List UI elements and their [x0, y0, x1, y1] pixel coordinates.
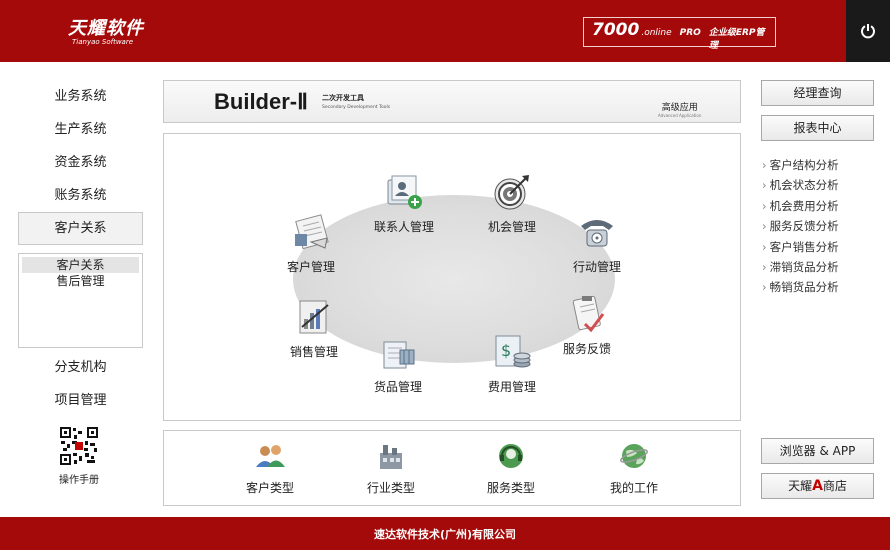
builder-sub-cn: 二次开发工具	[322, 94, 364, 102]
badge-pro: PRO	[679, 28, 701, 38]
sub-menu-panel: 客户关系 售后管理	[18, 253, 143, 348]
badge-number: 7000	[592, 20, 640, 40]
badge-erp: 企业级ERP管理	[708, 28, 765, 51]
report-link-customer-sales[interactable]: 客户销售分析	[762, 237, 882, 257]
clipboard-check-icon	[572, 295, 605, 333]
target-icon	[494, 175, 529, 210]
power-icon	[861, 24, 875, 39]
nav-item-production[interactable]: 生产系统	[18, 113, 143, 146]
nav-item-branches[interactable]: 分支机构	[18, 351, 143, 384]
nav-item-business[interactable]: 业务系统	[18, 80, 143, 113]
report-center-button[interactable]: 报表中心	[761, 115, 874, 141]
sub-item-crm[interactable]: 客户关系	[22, 257, 139, 273]
report-link-customer-structure[interactable]: 客户结构分析	[762, 155, 882, 175]
adv-cn: 高级应用	[661, 103, 698, 113]
badge-online: .online	[641, 28, 672, 38]
builder-subtitle: 二次开发工具 Secondary Development Tools	[322, 93, 390, 110]
module-label: 客户管理	[286, 260, 335, 274]
cost-coins-icon: $	[495, 335, 531, 368]
module-customer[interactable]: 客户管理	[271, 212, 351, 275]
module-label: 客户类型	[245, 481, 294, 495]
report-list: 客户结构分析 机会状态分析 机会费用分析 服务反馈分析 客户销售分析 滞销货品分…	[762, 155, 882, 298]
builder-sub-en: Secondary Development Tools	[322, 105, 391, 110]
module-label: 我的工作	[609, 481, 658, 495]
svg-text:$: $	[501, 341, 511, 360]
nav-item-crm[interactable]: 客户关系	[18, 212, 143, 245]
left-nav-lower: 分支机构 项目管理	[18, 351, 143, 417]
module-label: 费用管理	[487, 380, 536, 394]
crm-module-panel: 联系人管理 机会管理 客户管理 行动管理 销售管理 服务反馈 货品管理 $ 费用…	[163, 133, 741, 421]
module-customer-type[interactable]: 客户类型	[230, 439, 310, 496]
nav-item-projects[interactable]: 项目管理	[18, 384, 143, 417]
module-label: 货品管理	[373, 380, 422, 394]
report-link-opportunity-status[interactable]: 机会状态分析	[762, 175, 882, 195]
module-label: 服务反馈	[562, 342, 611, 356]
module-industry-type[interactable]: 行业类型	[351, 439, 431, 496]
adv-en: Advanced Application	[658, 113, 702, 118]
module-my-work[interactable]: 我的工作	[594, 439, 674, 496]
store-label-pre: 天耀	[788, 479, 813, 493]
module-sales[interactable]: 销售管理	[274, 297, 354, 360]
module-action[interactable]: 行动管理	[557, 212, 637, 275]
module-cost[interactable]: $ 费用管理	[472, 332, 552, 395]
contacts-folder-icon	[387, 175, 422, 209]
sales-chart-icon	[299, 300, 329, 334]
builder-title: Builder-Ⅱ	[214, 89, 308, 114]
browser-app-button[interactable]: 浏览器 & APP	[761, 438, 874, 464]
bottom-type-panel: 客户类型 行业类型 服务类型 我的工作	[163, 430, 741, 506]
report-link-slow-goods[interactable]: 滞销货品分析	[762, 257, 882, 277]
module-contacts[interactable]: 联系人管理	[364, 172, 444, 235]
power-button[interactable]	[846, 0, 890, 62]
left-nav: 业务系统 生产系统 资金系统 账务系统 客户关系	[18, 80, 143, 245]
manager-query-button[interactable]: 经理查询	[761, 80, 874, 106]
module-label: 联系人管理	[373, 220, 434, 234]
product-badge: 7000 .online PRO 企业级ERP管理	[583, 17, 776, 51]
tianyao-store-button[interactable]: 天耀A商店	[761, 473, 874, 499]
store-a-logo: A	[812, 478, 823, 494]
logo-cn: 天耀软件	[68, 18, 144, 39]
users-icon	[256, 445, 285, 467]
headset-icon	[499, 444, 523, 468]
module-goods[interactable]: 货品管理	[358, 332, 438, 395]
module-label: 销售管理	[289, 345, 338, 359]
industry-icon	[380, 445, 402, 469]
sub-item-after-sales[interactable]: 售后管理	[22, 273, 139, 289]
customer-card-icon	[295, 214, 329, 250]
qr-code-icon[interactable]	[59, 426, 99, 466]
nav-item-funds[interactable]: 资金系统	[18, 146, 143, 179]
advanced-application[interactable]: 高级应用 Advanced Application	[658, 100, 701, 118]
module-label: 机会管理	[487, 220, 536, 234]
module-label: 行业类型	[366, 481, 415, 495]
qr-label: 操作手册	[59, 475, 99, 486]
telephone-icon	[581, 220, 613, 247]
report-link-service-feedback[interactable]: 服务反馈分析	[762, 216, 882, 236]
brand-logo: 天耀软件 Tianyao Software	[68, 14, 144, 46]
builder-banner: Builder-Ⅱ 二次开发工具 Secondary Development T…	[163, 80, 741, 123]
module-service-feedback[interactable]: 服务反馈	[547, 294, 627, 357]
footer-bar: 速达软件技术(广州)有限公司	[0, 517, 890, 550]
goods-box-icon	[383, 341, 415, 369]
nav-item-accounts[interactable]: 账务系统	[18, 179, 143, 212]
report-link-opportunity-cost[interactable]: 机会费用分析	[762, 196, 882, 216]
module-label: 服务类型	[486, 481, 535, 495]
module-opportunity[interactable]: 机会管理	[472, 172, 552, 235]
footer-company: 速达软件技术(广州)有限公司	[373, 527, 517, 541]
header-bar: 天耀软件 Tianyao Software 7000 .online PRO 企…	[0, 0, 890, 62]
module-label: 行动管理	[572, 260, 621, 274]
report-link-best-goods[interactable]: 畅销货品分析	[762, 277, 882, 297]
module-service-type[interactable]: 服务类型	[471, 439, 551, 496]
globe-icon	[620, 444, 648, 468]
store-label-post: 商店	[822, 479, 847, 493]
